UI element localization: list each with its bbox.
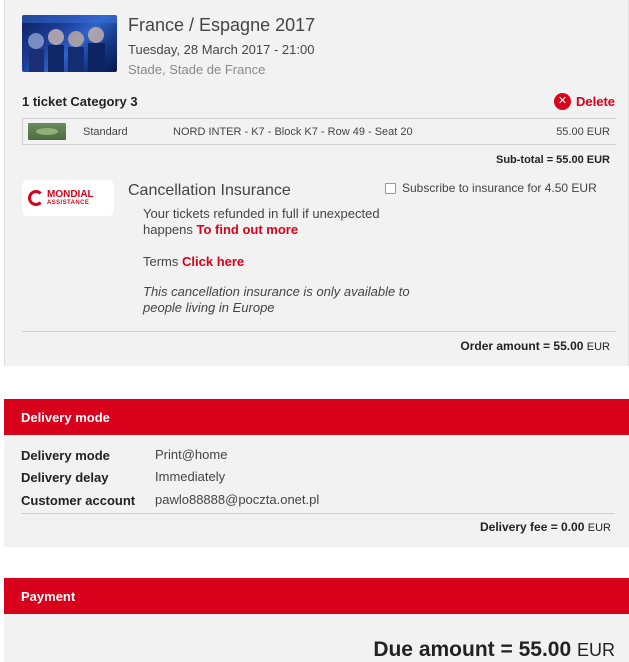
insurance-description: Your tickets refunded in full if unexpec… [143,206,433,238]
order-amount: Order amount = 55.00 EUR [460,339,610,353]
terms-link[interactable]: Click here [182,254,244,269]
delete-label: Delete [576,94,616,109]
ticket-price: 55.00 EUR [556,126,610,138]
event-venue: Stade, Stade de France [128,62,266,77]
event-title: France / Espagne 2017 [128,15,316,35]
mondial-logo-icon [28,190,44,206]
divider [21,513,615,514]
delete-button[interactable]: ✕ Delete [554,93,615,110]
delivery-fee-value: Delivery fee = 0.00 [480,520,585,534]
delivery-fee: Delivery fee = 0.00 EUR [480,520,611,534]
insurance-terms: Terms Click here [143,254,244,269]
event-image [22,15,117,72]
payment-header: Payment [4,578,629,614]
delivery-header: Delivery mode [4,399,629,435]
customer-account-label: Customer account [21,493,136,508]
due-amount-value: Due amount = 55.00 [373,638,572,661]
ticket-seat: NORD INTER - K7 - Block K7 - Row 49 - Se… [173,126,413,138]
find-out-more-link[interactable]: To find out more [197,222,299,237]
insurance-title: Cancellation Insurance [128,182,291,199]
due-amount: Due amount = 55.00 EUR [373,638,615,662]
delivery-section: Delivery mode Print@home Delivery delay … [4,435,629,547]
delivery-delay-label: Delivery delay [21,470,109,485]
delivery-fee-unit: EUR [587,522,611,534]
payment-section: Due amount = 55.00 EUR [4,614,629,662]
ticket-row: Standard NORD INTER - K7 - Block K7 - Ro… [22,118,616,145]
customer-account-value: pawlo88888@poczta.onet.pl [155,492,320,507]
order-panel: France / Espagne 2017 Tuesday, 28 March … [4,0,629,366]
delete-icon: ✕ [554,93,571,110]
delivery-delay-value: Immediately [155,469,226,484]
terms-label: Terms [143,254,179,269]
logo-main-text: MONDIAL [47,189,94,200]
insurance-subscribe-label: Subscribe to insurance for 4.50 EUR [402,181,597,195]
order-amount-unit: EUR [586,341,610,353]
delivery-mode-value: Print@home [155,447,228,462]
ticket-type: Standard [83,126,128,138]
mondial-assistance-logo: MONDIAL ASSISTANCE [22,180,114,216]
divider [22,331,616,332]
seat-map-thumbnail [28,123,66,140]
due-amount-unit: EUR [576,640,615,660]
ticket-count: 1 ticket Category 3 [22,94,138,109]
insurance-note: This cancellation insurance is only avai… [143,284,410,315]
event-date: Tuesday, 28 March 2017 - 21:00 [128,42,315,57]
insurance-subscribe-checkbox[interactable]: Subscribe to insurance for 4.50 EUR [385,181,597,195]
subtotal: Sub-total = 55.00 EUR [495,154,610,166]
delivery-mode-label: Delivery mode [21,448,110,463]
checkbox-icon[interactable] [385,182,396,194]
order-amount-value: Order amount = 55.00 [460,339,584,353]
logo-sub-text: ASSISTANCE [47,200,90,206]
